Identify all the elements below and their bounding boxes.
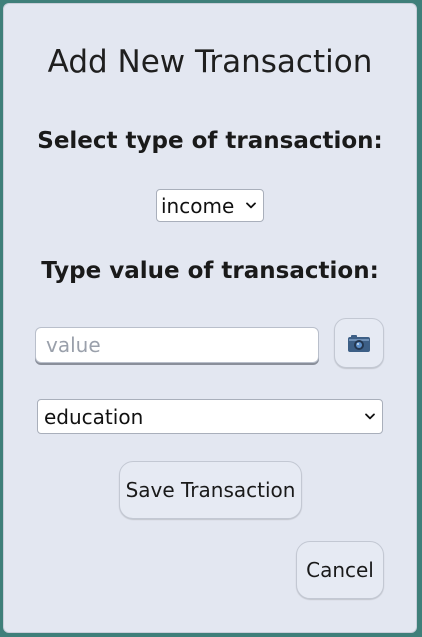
dialog-title: Add New Transaction xyxy=(47,44,373,80)
camera-button[interactable] xyxy=(334,318,384,368)
save-transaction-button[interactable]: Save Transaction xyxy=(119,461,302,519)
cancel-button[interactable]: Cancel xyxy=(296,541,384,599)
type-label: Select type of transaction: xyxy=(37,128,383,154)
category-value: education xyxy=(44,404,144,429)
chevron-down-icon xyxy=(246,201,256,208)
transaction-type-select[interactable]: income xyxy=(156,189,264,222)
category-select[interactable]: education xyxy=(37,399,383,434)
transaction-type-value: income xyxy=(161,193,235,218)
chevron-down-icon xyxy=(365,412,375,419)
cancel-label: Cancel xyxy=(306,558,374,582)
value-label: Type value of transaction: xyxy=(41,258,379,284)
add-transaction-dialog: Add New Transaction Select type of trans… xyxy=(3,3,417,633)
value-input[interactable] xyxy=(35,327,319,363)
save-transaction-label: Save Transaction xyxy=(125,478,296,502)
camera-icon xyxy=(348,335,370,352)
